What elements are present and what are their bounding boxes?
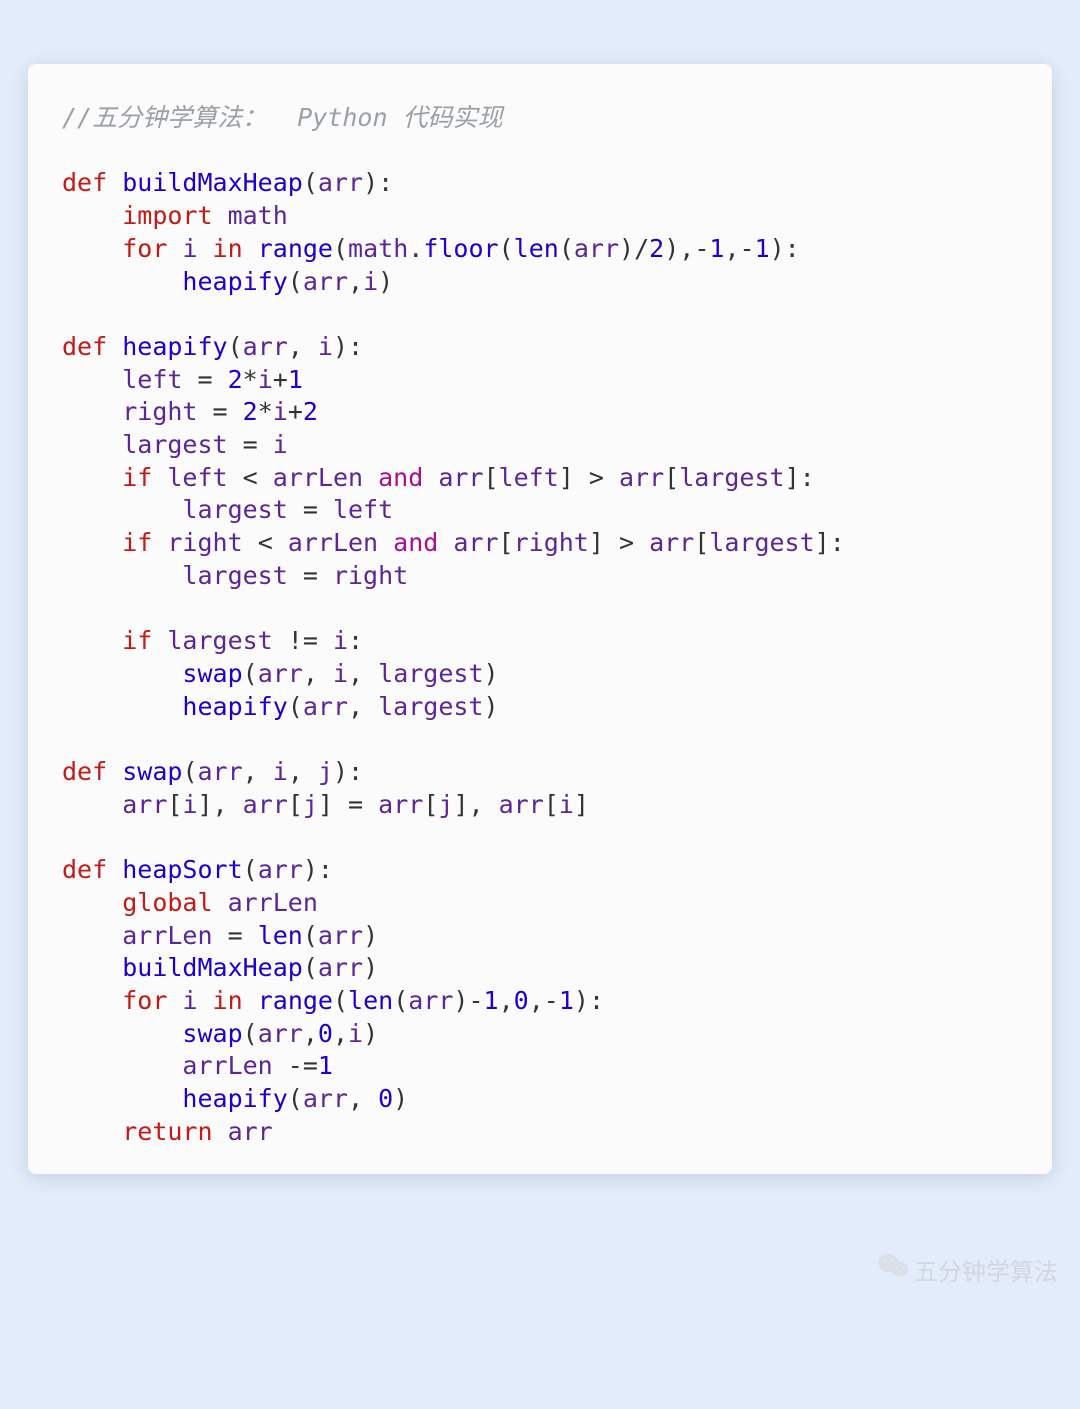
- watermark-label: 五分钟学算法: [914, 1252, 1058, 1287]
- code-body: def buildMaxHeap(arr): import math for i…: [62, 168, 845, 1145]
- code-card: //五分钟学算法： Python 代码实现 def buildMaxHeap(a…: [28, 64, 1052, 1174]
- code-block: //五分钟学算法： Python 代码实现 def buildMaxHeap(a…: [62, 102, 1018, 1149]
- watermark: 五分钟学算法: [878, 1252, 1058, 1287]
- wechat-icon: [878, 1253, 908, 1286]
- code-comment: //五分钟学算法： Python 代码实现: [62, 103, 503, 132]
